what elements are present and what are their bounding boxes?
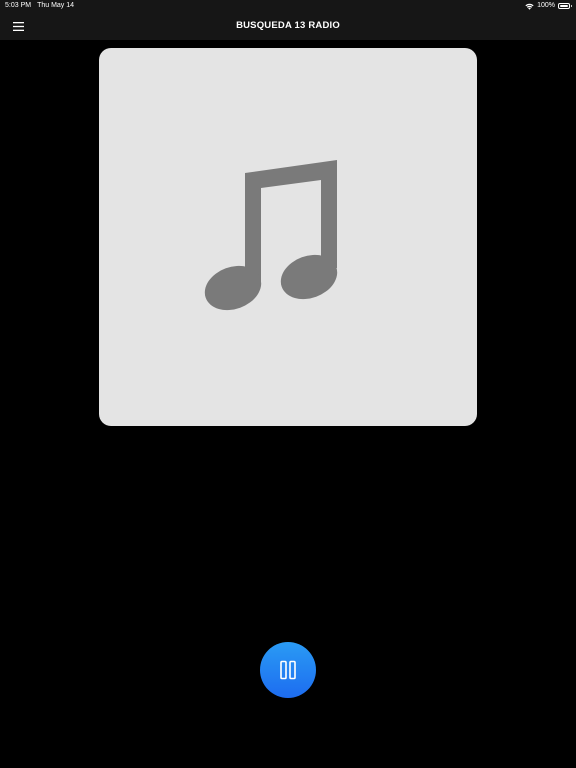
wifi-icon xyxy=(525,3,534,10)
status-date: Thu May 14 xyxy=(37,2,75,9)
status-bar: 5:03 PM Thu May 14 100% xyxy=(0,0,576,12)
nav-bar: BUSQUEDA 13 RADIO xyxy=(0,12,576,40)
status-left: 5:03 PM Thu May 14 xyxy=(5,0,74,12)
music-note-icon xyxy=(204,160,338,311)
battery-icon xyxy=(558,3,572,9)
status-right: 100% xyxy=(525,0,572,12)
battery-fill xyxy=(560,5,568,7)
battery-percent: 100% xyxy=(537,2,555,9)
radio-player-screen: 5:03 PM Thu May 14 100% BUSQUEDA 13 RADI… xyxy=(0,0,576,768)
page-title: BUSQUEDA 13 RADIO xyxy=(236,20,340,31)
album-artwork xyxy=(99,48,477,426)
status-time: 5:03 PM xyxy=(5,2,32,9)
pause-icon xyxy=(280,660,296,680)
pause-button[interactable] xyxy=(260,642,316,698)
